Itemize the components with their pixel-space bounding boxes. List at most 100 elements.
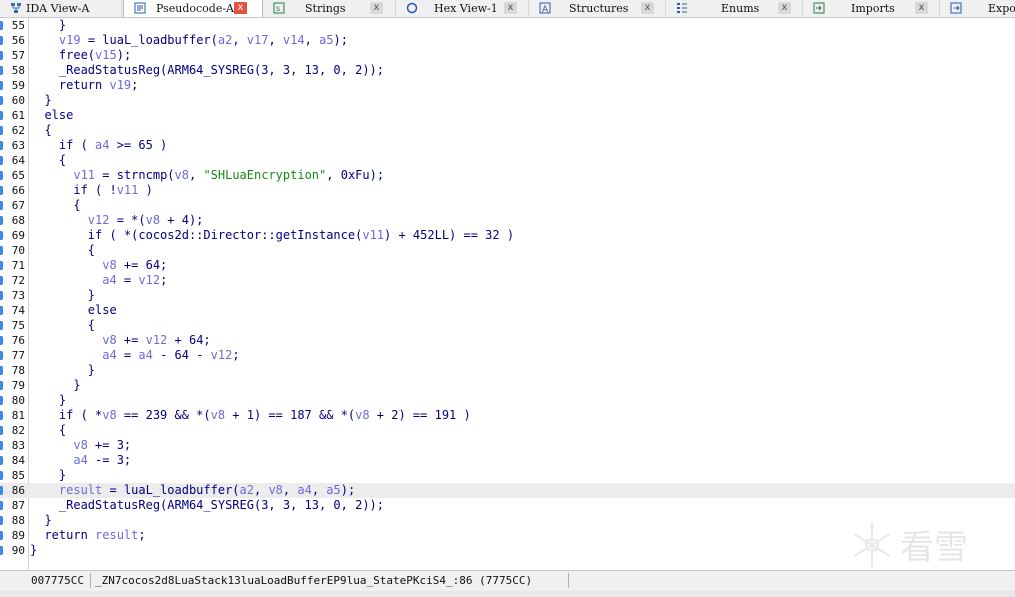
breakpoint-marker-icon[interactable] bbox=[0, 81, 3, 90]
code-line[interactable]: 61 else bbox=[0, 108, 1015, 123]
code-line[interactable]: 87 _ReadStatusReg(ARM64_SYSREG(3, 3, 13,… bbox=[0, 498, 1015, 513]
tab-strings[interactable]: s Strings x bbox=[263, 0, 396, 17]
code-text[interactable]: else bbox=[30, 108, 73, 123]
code-line[interactable]: 57 free(v15); bbox=[0, 48, 1015, 63]
code-text[interactable]: { bbox=[30, 153, 66, 168]
breakpoint-marker-icon[interactable] bbox=[0, 306, 3, 315]
breakpoint-marker-icon[interactable] bbox=[0, 276, 3, 285]
code-text[interactable]: if ( a4 >= 65 ) bbox=[30, 138, 167, 153]
code-text[interactable]: { bbox=[30, 243, 95, 258]
code-text[interactable]: { bbox=[30, 198, 80, 213]
code-text[interactable]: return result; bbox=[30, 528, 145, 543]
code-text[interactable]: v8 += 3; bbox=[30, 438, 131, 453]
code-line[interactable]: 58 _ReadStatusReg(ARM64_SYSREG(3, 3, 13,… bbox=[0, 63, 1015, 78]
code-line[interactable]: 62 { bbox=[0, 123, 1015, 138]
code-line[interactable]: 60 } bbox=[0, 93, 1015, 108]
breakpoint-marker-icon[interactable] bbox=[0, 111, 3, 120]
code-line[interactable]: 84 a4 -= 3; bbox=[0, 453, 1015, 468]
breakpoint-marker-icon[interactable] bbox=[0, 201, 3, 210]
close-tab-icon[interactable]: x bbox=[234, 2, 247, 14]
breakpoint-marker-icon[interactable] bbox=[0, 531, 3, 540]
code-text[interactable]: free(v15); bbox=[30, 48, 131, 63]
code-text[interactable]: _ReadStatusReg(ARM64_SYSREG(3, 3, 13, 0,… bbox=[30, 63, 384, 78]
code-line[interactable]: 76 v8 += v12 + 64; bbox=[0, 333, 1015, 348]
breakpoint-marker-icon[interactable] bbox=[0, 351, 3, 360]
tab-imports[interactable]: Imports x bbox=[803, 0, 940, 17]
code-text[interactable]: } bbox=[30, 18, 66, 33]
tab-enums[interactable]: Enums x bbox=[666, 0, 803, 17]
breakpoint-marker-icon[interactable] bbox=[0, 336, 3, 345]
close-tab-icon[interactable]: x bbox=[915, 2, 928, 14]
code-line[interactable]: 81 if ( *v8 == 239 && *(v8 + 1) == 187 &… bbox=[0, 408, 1015, 423]
code-text[interactable]: _ReadStatusReg(ARM64_SYSREG(3, 3, 13, 0,… bbox=[30, 498, 384, 513]
breakpoint-marker-icon[interactable] bbox=[0, 51, 3, 60]
breakpoint-marker-icon[interactable] bbox=[0, 141, 3, 150]
breakpoint-marker-icon[interactable] bbox=[0, 516, 3, 525]
code-line[interactable]: 64 { bbox=[0, 153, 1015, 168]
breakpoint-marker-icon[interactable] bbox=[0, 96, 3, 105]
breakpoint-marker-icon[interactable] bbox=[0, 66, 3, 75]
code-text[interactable]: if ( *(cocos2d::Director::getInstance(v1… bbox=[30, 228, 514, 243]
tab-expor[interactable]: Expor bbox=[940, 0, 1015, 17]
code-line[interactable]: 78 } bbox=[0, 363, 1015, 378]
code-text[interactable]: if ( !v11 ) bbox=[30, 183, 153, 198]
code-text[interactable]: } bbox=[30, 543, 37, 558]
breakpoint-marker-icon[interactable] bbox=[0, 396, 3, 405]
code-line[interactable]: 79 } bbox=[0, 378, 1015, 393]
breakpoint-marker-icon[interactable] bbox=[0, 456, 3, 465]
code-line[interactable]: 86 result = luaL_loadbuffer(a2, v8, a4, … bbox=[0, 483, 1015, 498]
breakpoint-marker-icon[interactable] bbox=[0, 21, 3, 30]
code-text[interactable]: } bbox=[30, 378, 80, 393]
code-text[interactable]: v19 = luaL_loadbuffer(a2, v17, v14, a5); bbox=[30, 33, 348, 48]
code-line[interactable]: 69 if ( *(cocos2d::Director::getInstance… bbox=[0, 228, 1015, 243]
code-line[interactable]: 55 } bbox=[0, 18, 1015, 33]
code-text[interactable]: } bbox=[30, 468, 66, 483]
code-line[interactable]: 72 a4 = v12; bbox=[0, 273, 1015, 288]
tab-pseudocode-a[interactable]: Pseudocode-A x bbox=[123, 0, 263, 17]
code-text[interactable]: result = luaL_loadbuffer(a2, v8, a4, a5)… bbox=[30, 483, 355, 498]
breakpoint-marker-icon[interactable] bbox=[0, 381, 3, 390]
code-text[interactable]: } bbox=[30, 93, 51, 108]
close-tab-icon[interactable]: x bbox=[504, 2, 517, 14]
breakpoint-marker-icon[interactable] bbox=[0, 261, 3, 270]
code-line[interactable]: 75 { bbox=[0, 318, 1015, 333]
breakpoint-marker-icon[interactable] bbox=[0, 126, 3, 135]
code-text[interactable]: a4 -= 3; bbox=[30, 453, 131, 468]
code-text[interactable]: } bbox=[30, 363, 95, 378]
breakpoint-marker-icon[interactable] bbox=[0, 216, 3, 225]
code-line[interactable]: 80 } bbox=[0, 393, 1015, 408]
breakpoint-marker-icon[interactable] bbox=[0, 156, 3, 165]
breakpoint-marker-icon[interactable] bbox=[0, 36, 3, 45]
breakpoint-marker-icon[interactable] bbox=[0, 546, 3, 555]
code-text[interactable]: return v19; bbox=[30, 78, 139, 93]
breakpoint-marker-icon[interactable] bbox=[0, 231, 3, 240]
code-text[interactable]: } bbox=[30, 288, 95, 303]
code-text[interactable]: v8 += v12 + 64; bbox=[30, 333, 210, 348]
code-text[interactable]: } bbox=[30, 393, 66, 408]
code-text[interactable]: a4 = a4 - 64 - v12; bbox=[30, 348, 239, 363]
code-text[interactable]: v11 = strncmp(v8, "SHLuaEncryption", 0xF… bbox=[30, 168, 384, 183]
tab-structures[interactable]: A Structures x bbox=[529, 0, 666, 17]
code-line[interactable]: 83 v8 += 3; bbox=[0, 438, 1015, 453]
code-line[interactable]: 71 v8 += 64; bbox=[0, 258, 1015, 273]
tab-ida-view-a[interactable]: IDA View-A bbox=[0, 0, 122, 17]
breakpoint-marker-icon[interactable] bbox=[0, 411, 3, 420]
pseudocode-view[interactable]: 55 } 56 v19 = luaL_loadbuffer(a2, v17, v1… bbox=[0, 18, 1015, 570]
code-text[interactable]: { bbox=[30, 123, 51, 138]
breakpoint-marker-icon[interactable] bbox=[0, 486, 3, 495]
breakpoint-marker-icon[interactable] bbox=[0, 501, 3, 510]
code-text[interactable]: v8 += 64; bbox=[30, 258, 167, 273]
code-text[interactable]: a4 = v12; bbox=[30, 273, 167, 288]
breakpoint-marker-icon[interactable] bbox=[0, 171, 3, 180]
code-line[interactable]: 56 v19 = luaL_loadbuffer(a2, v17, v14, a… bbox=[0, 33, 1015, 48]
close-tab-icon[interactable]: x bbox=[641, 2, 654, 14]
code-line[interactable]: 77 a4 = a4 - 64 - v12; bbox=[0, 348, 1015, 363]
breakpoint-marker-icon[interactable] bbox=[0, 441, 3, 450]
code-text[interactable]: else bbox=[30, 303, 117, 318]
code-line[interactable]: 68 v12 = *(v8 + 4); bbox=[0, 213, 1015, 228]
code-text[interactable]: if ( *v8 == 239 && *(v8 + 1) == 187 && *… bbox=[30, 408, 471, 423]
close-tab-icon[interactable]: x bbox=[370, 2, 383, 14]
code-line[interactable]: 73 } bbox=[0, 288, 1015, 303]
breakpoint-marker-icon[interactable] bbox=[0, 321, 3, 330]
breakpoint-marker-icon[interactable] bbox=[0, 471, 3, 480]
